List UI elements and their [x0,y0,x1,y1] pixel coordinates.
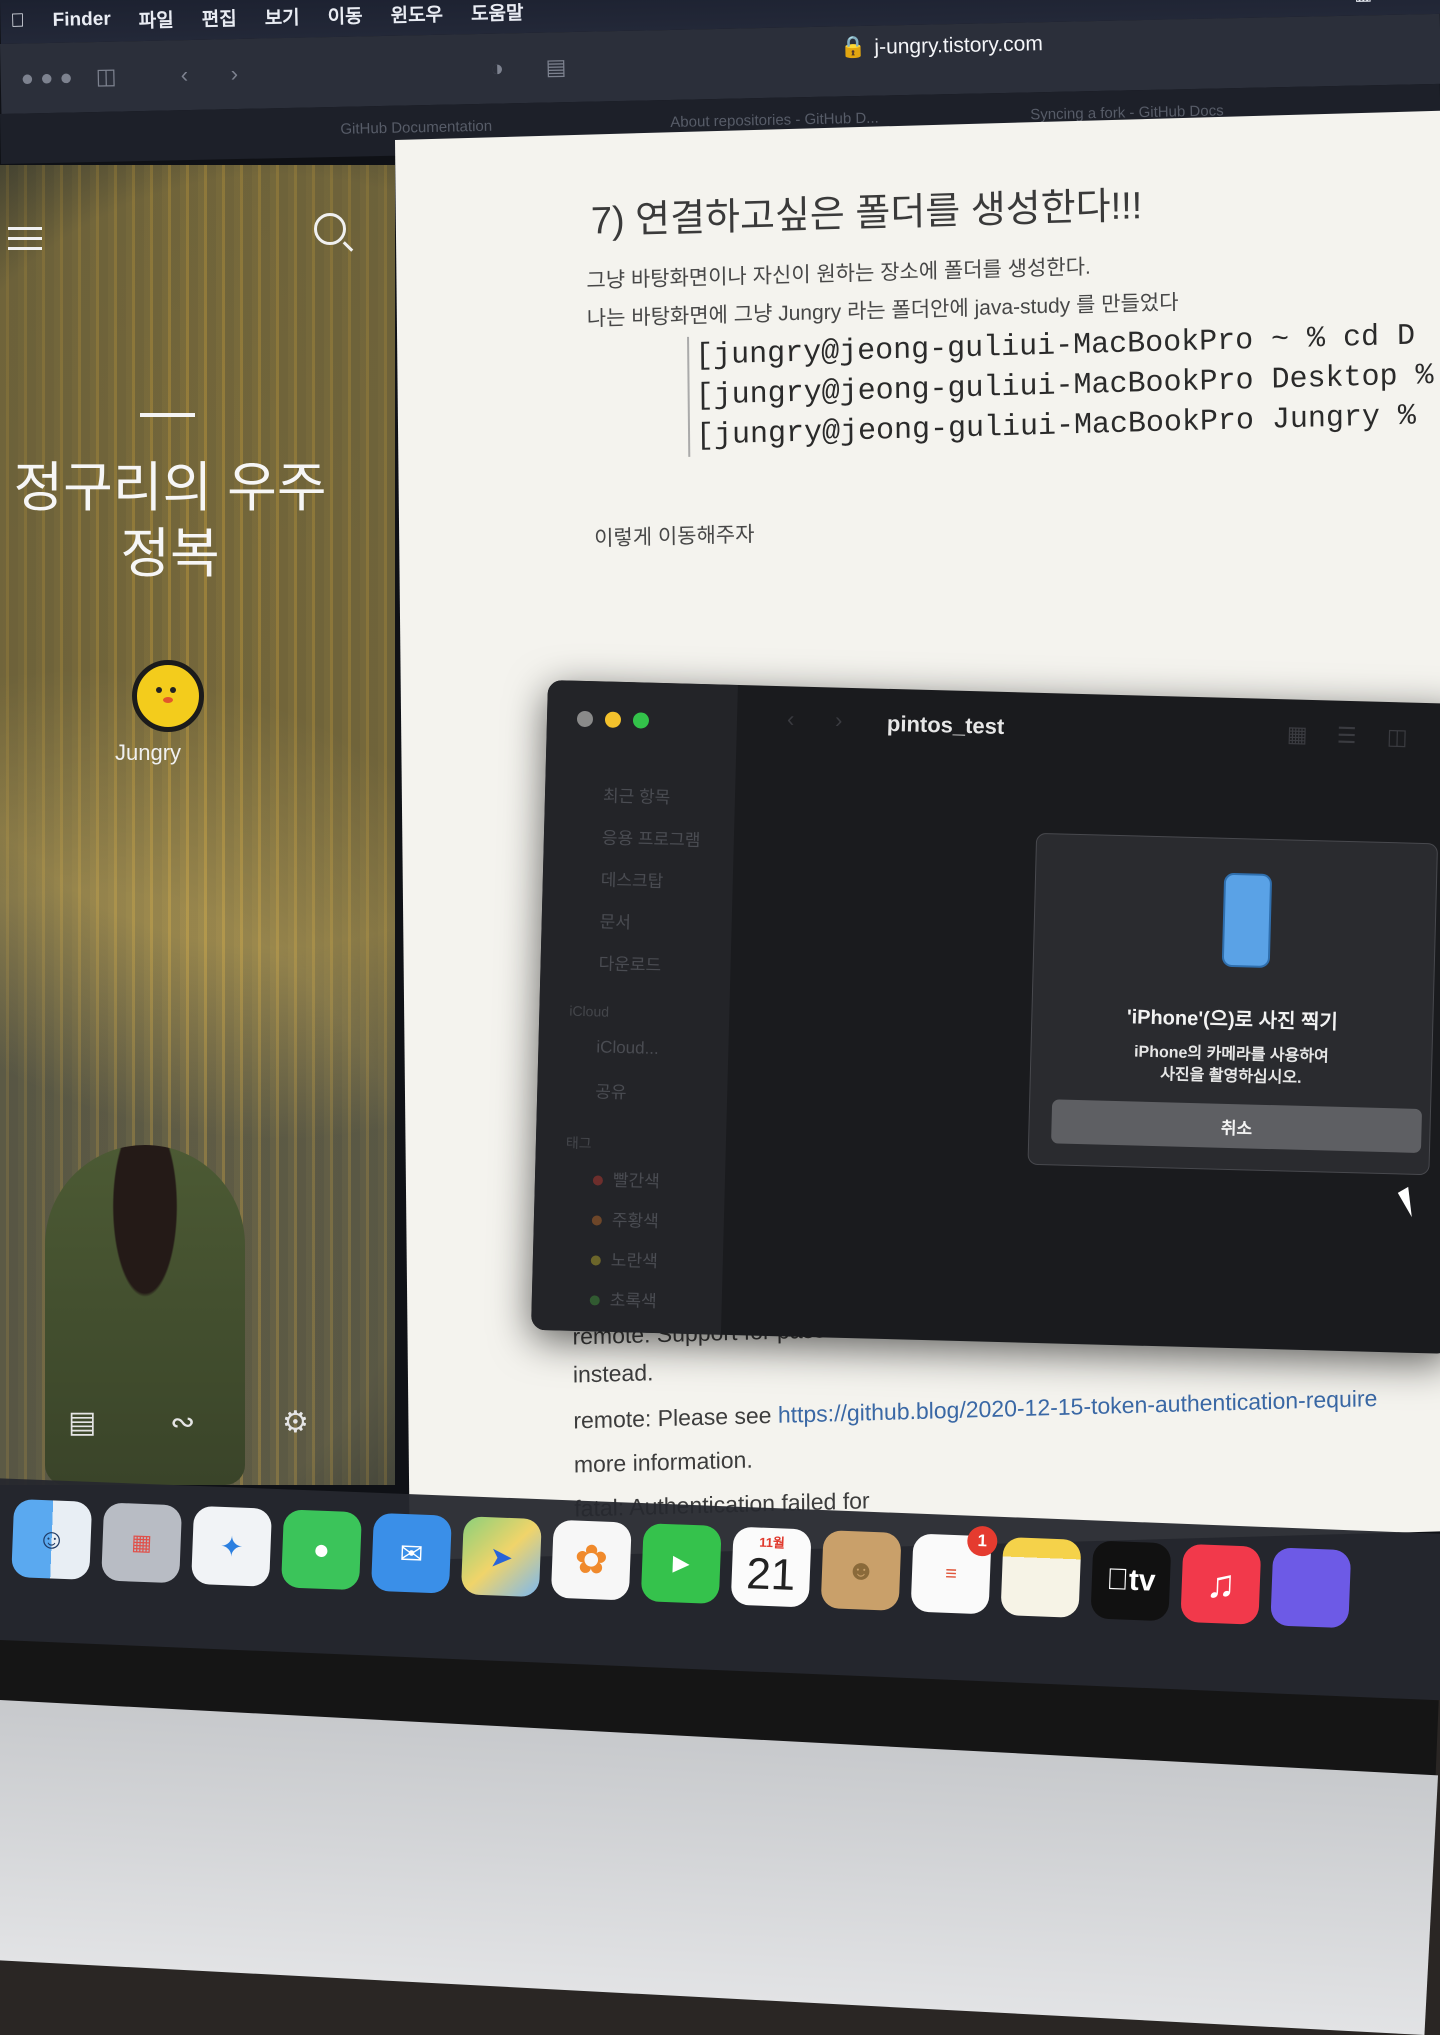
guestbook-icon[interactable]: ▤ [68,1405,96,1440]
sidebar-item-shared[interactable]: 공유 [595,1077,627,1103]
settings-gear-icon[interactable]: ⚙ [282,1405,309,1440]
apple-tv-icon[interactable]: tv [1090,1540,1172,1622]
back-icon[interactable]: ‹ [180,62,188,88]
blog-title[interactable]: 정구리의 우주 정복 [0,455,340,587]
more-app-icon[interactable] [1270,1547,1352,1629]
tag-color-dot [589,1295,600,1306]
tag-color-dot [592,1175,604,1186]
calendar-day: 21 [745,1549,797,1600]
author-name: Jungry [115,740,182,765]
notes-icon[interactable] [1000,1536,1082,1618]
dialog-body: iPhone의 카메라를 사용하여 사진을 촬영하십시오. [1031,1039,1432,1093]
tag-red[interactable]: 빨간색 [592,1165,661,1192]
tag-color-dot [591,1215,602,1226]
reminders-icon[interactable]: ≡ 1 [910,1525,998,1615]
menu-file[interactable]: 파일 [138,5,174,33]
url-text: j-ungry.tistory.com [874,32,1044,59]
blog-sidebar: 정구리의 우주 정복 Jungry ▤ ∾ ⚙ [0,165,395,1485]
finder-forward-icon[interactable]: › [835,708,843,734]
sidebar-section-tags: 태그 [565,1134,592,1152]
remote-line-2: remote: Please see https://github.blog/2… [573,1385,1377,1434]
messages-icon[interactable]: ● [281,1509,362,1591]
reload-icon[interactable]: ↻ [1394,0,1410,4]
remote-line-2b: more information. [573,1446,753,1478]
sidebar-item-recents[interactable]: 최근 항목 [603,781,671,808]
dialog-title: 'iPhone'(으)로 사진 찍기 [1126,1006,1339,1034]
zoom-button[interactable] [632,712,650,729]
menu-view[interactable]: 보기 [264,2,300,30]
sidebar-toggle-icon[interactable]: ◫ [95,64,116,90]
remote-line-1b: instead. [572,1359,654,1388]
calendar-icon[interactable]: 11월 21 [730,1526,812,1608]
hamburger-menu-icon[interactable] [8,220,42,257]
tv-label: tv [1116,1563,1156,1598]
list-view-icon[interactable]: ☰ [1336,723,1356,750]
laptop-screen:  Finder 파일 편집 보기 이동 윈도우 도움말 ▩ ↻ ● ● ● ◫… [0,0,1440,1700]
tag-green[interactable]: 초록색 [589,1285,658,1312]
avatar[interactable] [132,660,204,732]
tab-github-docs[interactable]: GitHub Documentation [340,118,492,138]
token-auth-link[interactable]: https://github.blog/2020-12-15-token-aut… [778,1385,1378,1428]
menu-window[interactable]: 윈도우 [390,0,443,27]
finder-sidebar: 최근 항목 응용 프로그램 데스크탑 문서 다운로드 iCloud iCloud… [530,680,738,1335]
reader-icon[interactable]: ▤ [545,54,566,80]
menu-edit[interactable]: 편집 [201,4,237,32]
forward-icon[interactable]: › [230,61,238,87]
translate-icon[interactable]: ▩ [1354,0,1372,5]
contacts-icon[interactable]: ☻ [820,1530,902,1611]
continuity-camera-dialog: 'iPhone'(으)로 사진 찍기 iPhone의 카메라를 사용하여 사진을… [1027,832,1439,1176]
gallery-view-icon[interactable]: ◫ [1386,724,1407,751]
finder-app-icon[interactable]: ☺ [11,1498,93,1580]
window-controls-icon[interactable]: ● ● ● [20,64,73,91]
sidebar-item-downloads[interactable]: 다운로드 [598,949,661,976]
finder-window-title: pintos_test [886,710,1005,739]
tag-color-dot [590,1255,601,1266]
facetime-icon[interactable]: ► [640,1523,722,1605]
menu-go[interactable]: 이동 [327,1,363,29]
blog-title-line2: 정복 [120,524,220,584]
finder-window: 최근 항목 응용 프로그램 데스크탑 문서 다운로드 iCloud iCloud… [530,680,1440,1354]
sidebar-item-documents[interactable]: 문서 [599,907,631,933]
music-icon[interactable]: ♫ [1180,1543,1262,1625]
sidebar-item-desktop[interactable]: 데스크탑 [601,865,664,892]
title-divider [140,413,195,417]
safari-icon[interactable]: ✦ [191,1505,273,1587]
sidebar-section-icloud: iCloud [569,1002,610,1020]
blog-title-line1: 정구리의 우주 [13,458,327,518]
grid-view-icon[interactable]: ▦ [1286,721,1308,748]
sidebar-item-icloud-drive[interactable]: iCloud... [596,1037,659,1059]
tag-orange[interactable]: 주황색 [591,1205,660,1232]
remote-line-2-prefix: remote: Please see [573,1401,779,1434]
close-button[interactable] [576,710,594,728]
photos-icon[interactable]: ✿ [550,1519,632,1601]
maps-icon[interactable]: ➤ [460,1516,542,1598]
apple-icon[interactable]:  [10,10,25,32]
finder-back-icon[interactable]: ‹ [787,706,795,732]
article-paragraph-1: 그냥 바탕화면이나 자신이 원하는 장소에 폴더를 생성한다. [586,255,1091,293]
article-paragraph-3: 이렇게 이동해주자 [594,523,755,551]
minimize-button[interactable] [604,711,622,728]
traffic-lights [576,710,650,729]
sidebar-item-applications[interactable]: 응용 프로그램 [602,823,701,851]
mail-icon[interactable]: ✉ [370,1512,452,1594]
lock-icon: 🔒 [840,35,867,60]
iphone-icon [1221,872,1273,968]
launchpad-icon[interactable]: ▦ [101,1502,183,1584]
address-bar[interactable]: 🔒 j-ungry.tistory.com [840,32,1043,60]
privacy-shield-icon[interactable]: ◑ [490,55,504,81]
cancel-button[interactable]: 취소 [1051,1099,1423,1154]
reminders-badge: 1 [966,1525,998,1557]
menu-app-name[interactable]: Finder [52,9,111,32]
terminal-screenshot: [jungry@jeong-guliui-MacBookPro ~ % cd D… [687,316,1435,457]
search-icon[interactable] [314,213,346,245]
menu-help[interactable]: 도움말 [471,0,524,26]
article-heading: 7) 연결하고싶은 폴더를 생성한다!!! [590,185,1143,243]
rss-icon[interactable]: ∾ [170,1405,195,1440]
tag-yellow[interactable]: 노란색 [590,1245,659,1272]
